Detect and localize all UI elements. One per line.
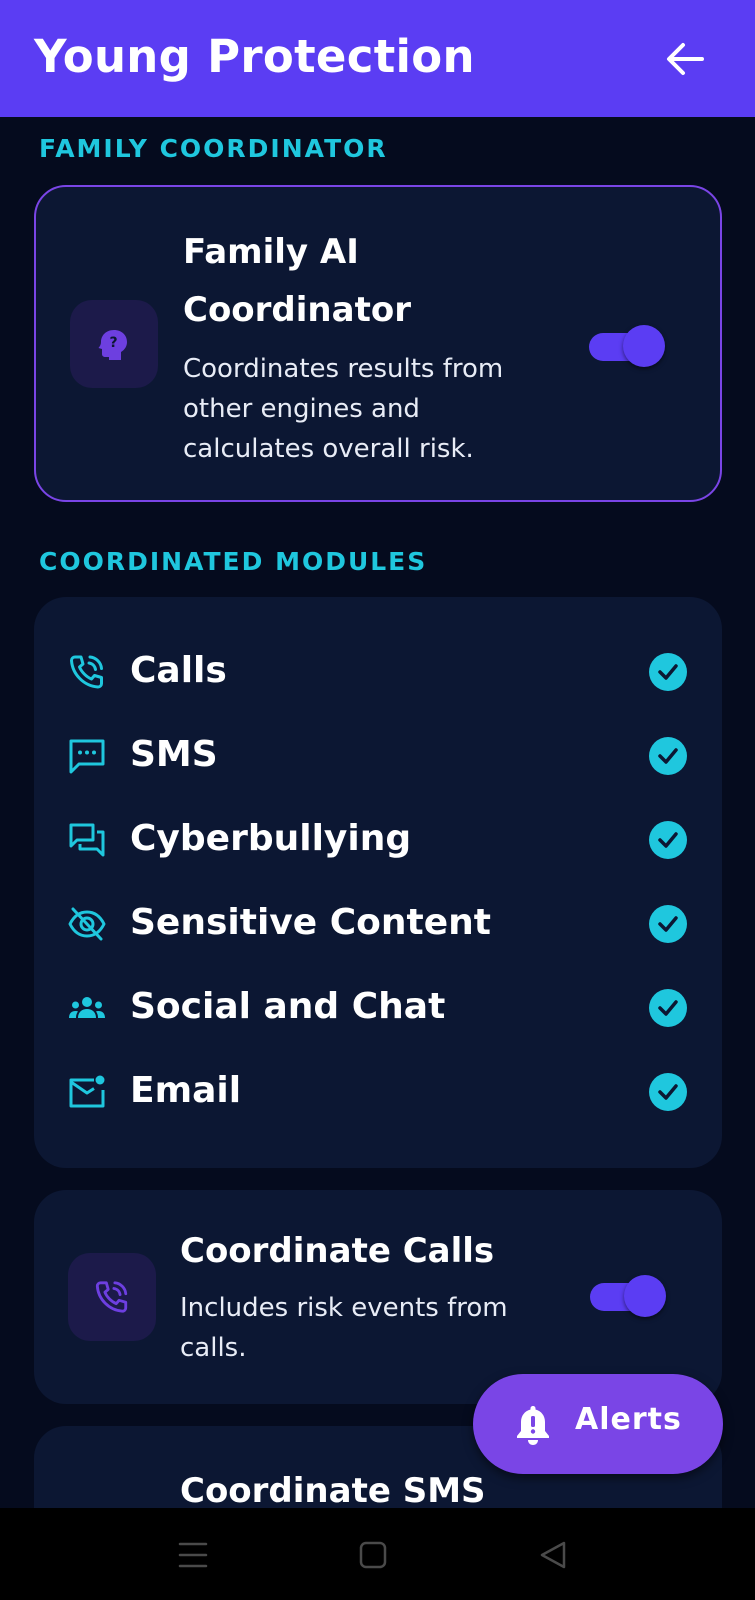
coordinate-calls-title: Coordinate Calls <box>180 1231 495 1271</box>
calls-icon-tile <box>68 1253 156 1341</box>
sms-icon <box>69 739 105 774</box>
coordinated-modules-card: Calls SMS Cyberbullying Sensitive Conten… <box>34 597 722 1168</box>
coordinate-calls-toggle[interactable] <box>590 1274 666 1318</box>
check-circle-icon <box>649 821 687 859</box>
section-label-family-coordinator: FAMILY COORDINATOR <box>39 134 388 163</box>
coordinator-desc-line3: calculates overall risk. <box>183 434 474 464</box>
page-title: Young Protection <box>34 30 475 83</box>
bell-alert-icon <box>517 1406 549 1445</box>
coordinator-desc-line1: Coordinates results from <box>183 354 504 384</box>
arrow-left-icon <box>667 43 704 75</box>
coordinator-title-line1: Family AI <box>183 232 359 272</box>
check-circle-icon <box>649 737 687 775</box>
phone-call-icon <box>95 1281 128 1313</box>
nav-menu-button[interactable] <box>168 1530 218 1580</box>
alerts-button[interactable]: Alerts <box>473 1374 723 1474</box>
menu-icon <box>178 1542 208 1568</box>
check-circle-icon <box>649 989 687 1027</box>
module-row-cyberbullying: Cyberbullying <box>34 809 722 869</box>
section-label-coordinated-modules: COORDINATED MODULES <box>39 547 428 576</box>
module-row-social-and-chat: Social and Chat <box>34 977 722 1037</box>
alerts-label: Alerts <box>575 1402 682 1437</box>
coordinator-desc-line2: other engines and <box>183 394 420 424</box>
module-label-social-and-chat: Social and Chat <box>130 986 446 1027</box>
module-label-sensitive-content: Sensitive Content <box>130 902 491 943</box>
module-label-sms: SMS <box>130 734 218 775</box>
system-nav-bar <box>0 1508 755 1600</box>
svg-text:?: ? <box>109 335 117 351</box>
module-row-sensitive-content: Sensitive Content <box>34 893 722 953</box>
eye-off-icon <box>68 907 106 941</box>
coordinator-title-line2: Coordinator <box>183 290 411 330</box>
module-row-email: Email <box>34 1061 722 1121</box>
module-row-calls: Calls <box>34 641 722 701</box>
coordinate-calls-card: Coordinate Calls Includes risk events fr… <box>34 1190 722 1404</box>
back-triangle-icon <box>540 1541 566 1569</box>
home-square-icon <box>359 1541 387 1569</box>
coordinator-toggle[interactable] <box>589 324 665 368</box>
mail-badge-icon <box>69 1075 105 1108</box>
module-row-sms: SMS <box>34 725 722 785</box>
nav-back-button[interactable] <box>528 1530 578 1580</box>
head-question-icon: ? <box>98 330 127 360</box>
module-label-email: Email <box>130 1070 242 1111</box>
group-icon <box>69 997 105 1018</box>
toggle-thumb <box>623 325 665 367</box>
module-label-calls: Calls <box>130 650 227 691</box>
coordinate-calls-desc-line2: calls. <box>180 1333 247 1363</box>
check-circle-icon <box>649 905 687 943</box>
coordinator-icon-tile: ? <box>70 300 158 388</box>
app-bar: Young Protection <box>0 0 755 117</box>
back-button[interactable] <box>660 34 710 84</box>
phone-call-icon <box>70 655 103 689</box>
module-label-cyberbullying: Cyberbullying <box>130 818 412 859</box>
chat-bubbles-icon <box>69 823 105 857</box>
nav-home-button[interactable] <box>348 1530 398 1580</box>
toggle-thumb <box>624 1275 666 1317</box>
coordinate-calls-desc-line1: Includes risk events from <box>180 1293 508 1323</box>
check-circle-icon <box>649 1073 687 1111</box>
family-ai-coordinator-card: ? Family AI Coordinator Coordinates resu… <box>34 185 722 502</box>
check-circle-icon <box>649 653 687 691</box>
